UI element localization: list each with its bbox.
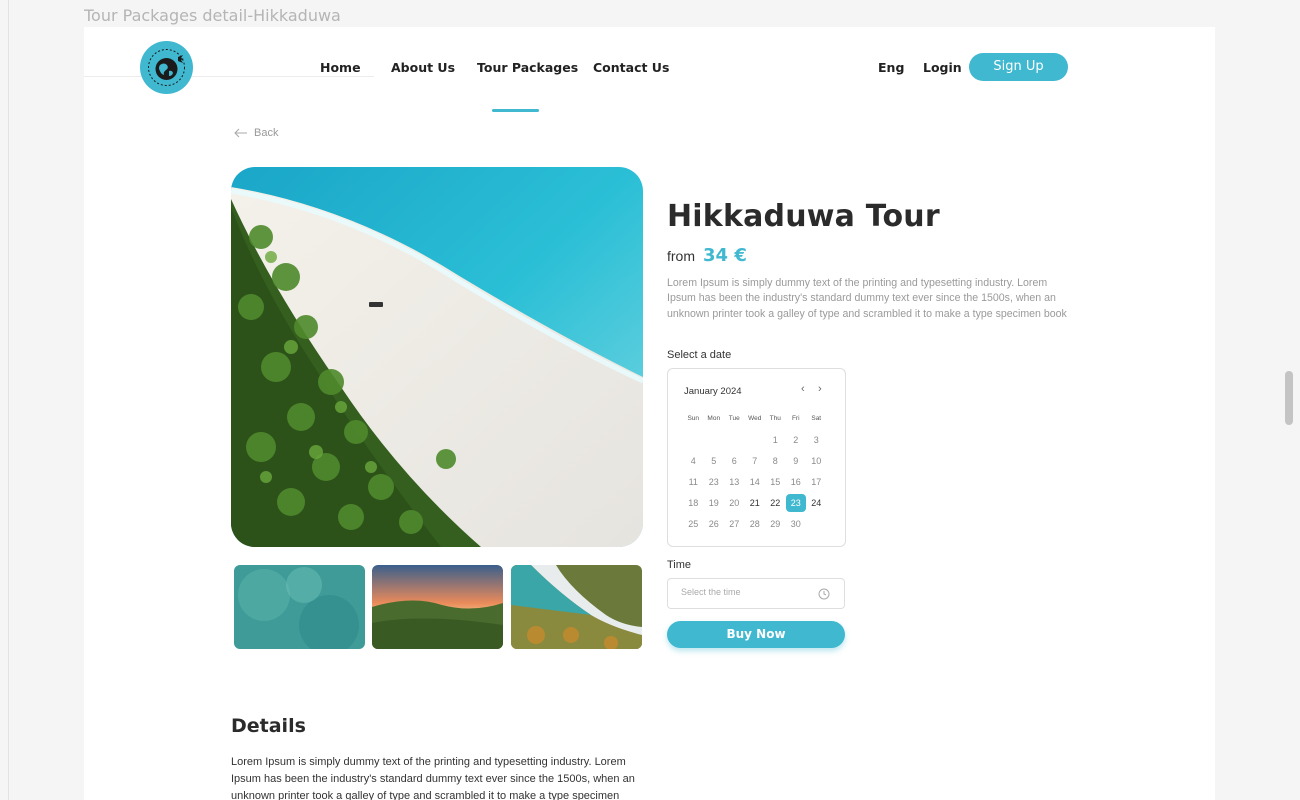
calendar-day[interactable]: 3 [806,435,827,445]
calendar-day[interactable]: 19 [704,498,725,508]
calendar-day[interactable]: 2 [786,435,807,445]
gallery-thumb-1[interactable] [234,565,365,649]
calendar-weekday: Tue [728,415,740,422]
frame-title: Tour Packages detail-Hikkaduwa [84,6,341,25]
nav-home[interactable]: Home [320,60,361,75]
calendar-day[interactable]: 20 [724,498,745,508]
calendar-day[interactable]: 7 [745,456,766,466]
chevron-left-icon[interactable]: ‹ [801,383,805,395]
nav-active-indicator [492,109,539,112]
calendar-day[interactable]: 1 [765,435,786,445]
site-logo[interactable] [140,41,193,94]
calendar-day[interactable]: 29 [765,519,786,529]
calendar-week-row: 4 5 6 7 8 9 10 [683,450,833,471]
canvas-left-rule [8,0,9,800]
arrow-left-icon [234,128,247,138]
calendar-week-row: 18 19 20 21 22 23 24 [683,492,833,513]
calendar-day[interactable]: 14 [745,477,766,487]
price-value: 34 € [703,245,747,266]
calendar-day[interactable]: 13 [724,477,745,487]
calendar-week-row: 11 23 13 14 15 16 17 [683,471,833,492]
calendar-day[interactable]: 23 [785,493,806,512]
page-canvas: Home About Us Tour Packages Contact Us E… [84,27,1215,800]
tour-title: Hikkaduwa Tour [667,199,940,234]
calendar-day[interactable]: 16 [786,477,807,487]
calendar-day[interactable]: 25 [683,519,704,529]
calendar-day[interactable]: 17 [806,477,827,487]
chevron-right-icon[interactable]: › [818,383,822,395]
calendar-month: January 2024 [684,386,742,397]
calendar-day[interactable]: 22 [765,498,786,508]
calendar-weekday: Sat [811,415,822,422]
calendar-day[interactable]: 21 [745,498,766,508]
globe-icon [141,42,192,93]
gallery-thumb-2[interactable] [372,565,503,649]
calendar-day[interactable]: 23 [704,477,725,487]
calendar-weekday: Mon [707,415,721,422]
calendar-day[interactable]: 9 [786,456,807,466]
calendar-day[interactable]: 8 [765,456,786,466]
tour-main-image [231,167,643,547]
calendar-day[interactable]: 24 [806,498,827,508]
select-date-label: Select a date [667,349,732,361]
buy-now-button[interactable]: Buy Now [667,621,845,648]
calendar-week-row: 25 26 27 28 29 30 [683,513,833,534]
calendar-weekday: Sun [687,415,700,422]
back-link[interactable]: Back [234,127,278,139]
calendar-day[interactable]: 10 [806,456,827,466]
nav-tour-packages[interactable]: Tour Packages [477,60,578,75]
login-link[interactable]: Login [923,60,962,75]
calendar-day[interactable]: 15 [765,477,786,487]
time-input[interactable] [681,587,811,597]
calendar-grid: Sun Mon Tue Wed Thu Fri Sat 1 2 3 4 5 6 7 8 9 10 11 23 13 14… [683,408,833,534]
from-label: from [667,248,695,264]
calendar-weekday-row: Sun Mon Tue Wed Thu Fri Sat [683,408,833,429]
calendar-day[interactable]: 30 [786,519,807,529]
calendar-day[interactable]: 27 [724,519,745,529]
scrollbar-thumb[interactable] [1285,371,1293,425]
nav-about-us[interactable]: About Us [391,60,455,75]
calendar-weekday: Wed [748,415,762,422]
tour-price: from 34 € [667,245,747,266]
calendar-day[interactable]: 28 [745,519,766,529]
calendar-day[interactable]: 5 [704,456,725,466]
calendar-weekday: Fri [791,415,800,422]
calendar-day[interactable]: 11 [683,477,704,487]
back-label: Back [254,127,279,139]
header-divider [84,76,374,77]
tour-description: Lorem Ipsum is simply dummy text of the … [667,277,1067,320]
details-heading: Details [231,715,306,737]
calendar-day[interactable]: 18 [683,498,704,508]
calendar-day[interactable]: 4 [683,456,704,466]
language-switch[interactable]: Eng [878,60,904,75]
calendar-weekday: Thu [769,415,781,422]
calendar-day[interactable]: 6 [724,456,745,466]
sign-up-button[interactable]: Sign Up [969,53,1068,81]
calendar-day[interactable]: 26 [704,519,725,529]
time-label: Time [667,559,692,571]
date-picker-calendar: January 2024 ‹ › Sun Mon Tue Wed Thu Fri Sat 1 2… [667,368,846,547]
time-field[interactable] [667,578,845,609]
calendar-week-row: 123 [683,429,833,450]
details-text: Lorem Ipsum is simply dummy text of the … [231,756,635,800]
clock-icon [818,588,830,600]
nav-contact-us[interactable]: Contact Us [593,60,669,75]
gallery-thumb-3[interactable] [511,565,642,649]
